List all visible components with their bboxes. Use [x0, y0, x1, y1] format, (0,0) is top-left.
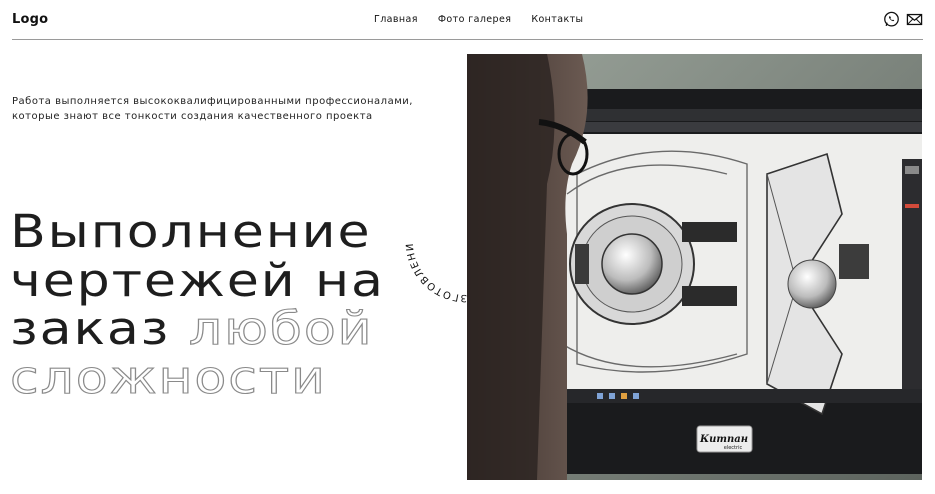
mail-icon[interactable]: [906, 11, 923, 28]
headline-line-1: Выполнение: [10, 205, 372, 258]
monitor-brand-sub: electric: [724, 445, 743, 451]
intro-text: Работа выполняется высококвалифицированн…: [12, 94, 452, 124]
nav-item-home[interactable]: Главная: [374, 14, 418, 25]
headline-line-4: сложности: [9, 350, 327, 404]
monitor-brand: Китпан: [699, 434, 748, 445]
intro-line-1: Работа выполняется высококвалифицированн…: [12, 96, 413, 107]
nav-item-contacts[interactable]: Контакты: [531, 14, 583, 25]
headline-line-2: чертежей на: [10, 253, 385, 307]
site-header: Logo Главная Фото галерея Контакты: [12, 0, 923, 40]
hero-headline: Выполнение чертежей на заказ любой сложн…: [9, 205, 385, 404]
social-icons: [883, 11, 923, 28]
nav-item-gallery[interactable]: Фото галерея: [438, 14, 511, 25]
badge-circle-text: ИЗГОТОВЛЕНИЕ: [396, 172, 477, 303]
whatsapp-icon[interactable]: [883, 11, 900, 28]
main-nav: Главная Фото галерея Контакты: [374, 14, 583, 25]
headline-word-order: заказ: [10, 302, 171, 355]
headline-word-any: любой: [188, 302, 374, 355]
engineer-at-monitor-image: Китпан electric: [467, 54, 922, 480]
headline-line-3: заказ любой: [10, 302, 385, 355]
intro-line-2: которые знают все тонкости создания каче…: [12, 111, 373, 122]
hero-photo: Китпан electric: [467, 54, 922, 480]
logo[interactable]: Logo: [12, 12, 48, 27]
